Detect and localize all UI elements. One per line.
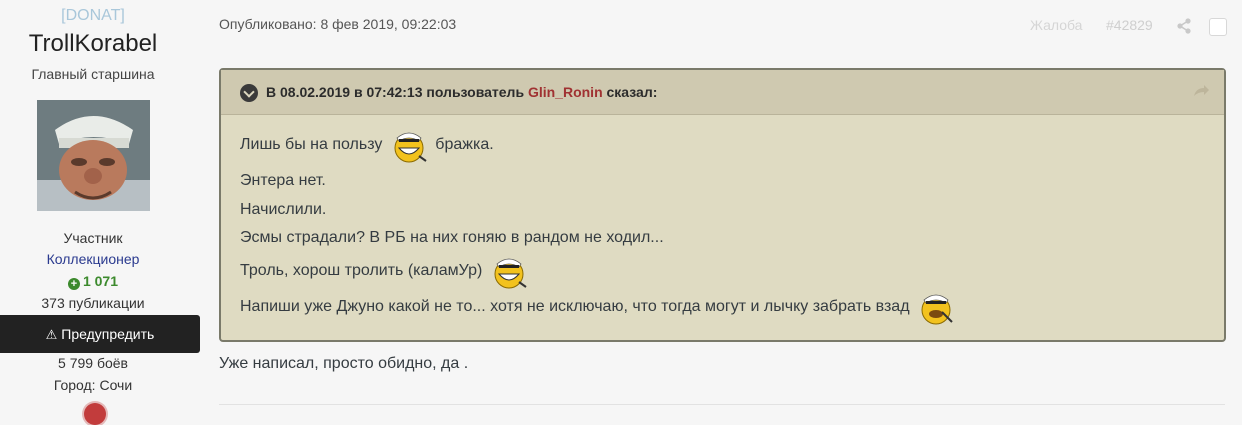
quote-line: Лишь бы на пользу бражка. [240,126,494,164]
quote-block: В 08.02.2019 в 07:42:13 пользователь Gli… [219,68,1226,342]
author-username[interactable]: TrollKorabel [0,30,186,58]
quote-header-prefix: В 08.02.2019 в 07:42:13 пользователь [266,84,525,100]
clan-tag[interactable]: [DONAT] [0,7,186,25]
author-post-count: 373 публикации [41,295,145,311]
reputation-value: 1 071 [82,273,119,289]
post-reply-text: Уже написал, просто обидно, да . [219,355,469,372]
avatar-image [37,100,150,211]
quote-line-text: Лишь бы на пользу [240,136,383,154]
post-select-checkbox[interactable] [1209,18,1227,36]
share-icon[interactable] [1176,18,1192,34]
warn-button[interactable]: ⚠ Предупредить [0,315,200,353]
author-secondary-group: Коллекционер [46,251,140,267]
post-id-link[interactable]: #42829 [1106,17,1153,33]
quote-header-suffix: сказал: [606,84,658,100]
post-divider [219,404,1225,405]
arrow-jump-icon[interactable] [1192,84,1210,98]
quote-line: Энтера нет. [240,172,326,189]
quote-line-text: Троль, хорош тролить (каламУр) [240,262,483,280]
warn-button-label: Предупредить [61,326,155,342]
quote-line-text: бражка. [435,136,494,154]
quote-line: Эсмы страдали? В РБ на них гоняю в рандо… [240,229,664,246]
sailor-smiley-icon [394,132,427,163]
post-published-date: Опубликовано: 8 фев 2019, 09:22:03 [219,16,457,32]
sailor-smiley-icon [494,258,527,289]
plus-circle-icon: + [67,278,80,290]
author-battles: 5 799 боёв [58,355,128,371]
quote-line: Напиши уже Джуно какой не то... хотя не … [240,288,958,326]
avatar[interactable] [37,100,150,211]
author-rank-title: Главный старшина [31,66,155,82]
warning-triangle-icon: ⚠ [45,327,58,342]
author-city: Город: Сочи [53,377,133,393]
quote-line: Начислили. [240,201,327,218]
report-link[interactable]: Жалоба [1030,17,1082,33]
chevron-down-circle-icon[interactable] [240,84,258,102]
quote-citation: В 08.02.2019 в 07:42:13 пользователь Gli… [266,70,657,114]
reputation-badge: +1 071 [0,273,186,290]
quote-line-text: Напиши уже Джуно какой не то... хотя не … [240,298,910,316]
sailor-smiley-icon [921,294,953,325]
quoted-username[interactable]: Glin_Ronin [528,84,603,100]
quote-line: Троль, хорош тролить (каламУр) [240,252,531,290]
quote-header: В 08.02.2019 в 07:42:13 пользователь Gli… [221,70,1224,115]
author-group: Участник [63,230,123,246]
award-badge-icon [84,403,106,425]
